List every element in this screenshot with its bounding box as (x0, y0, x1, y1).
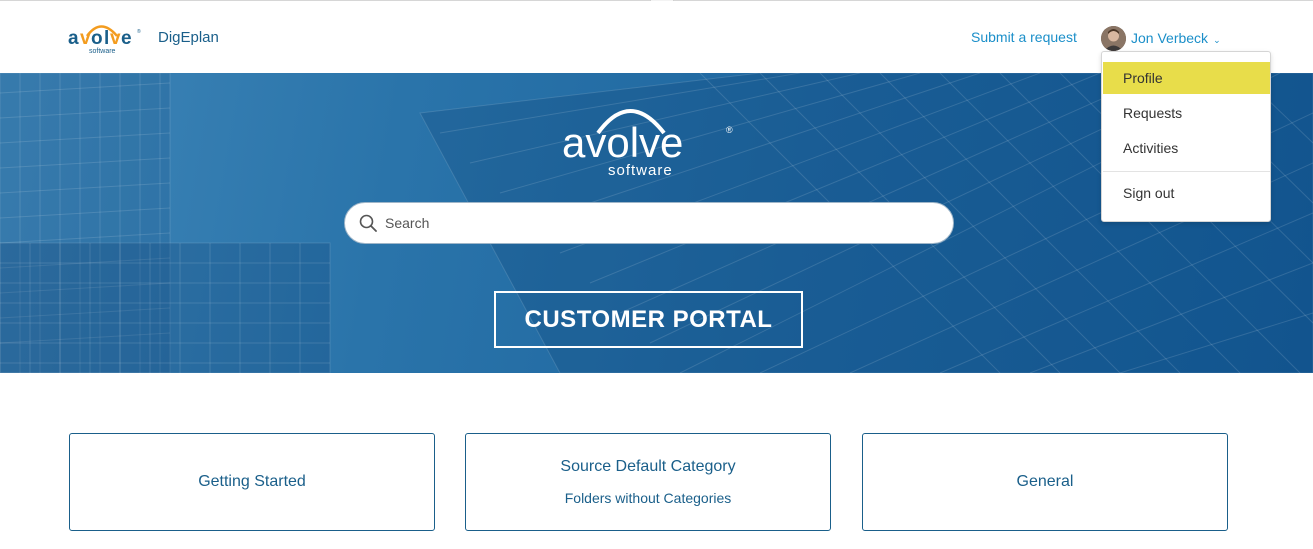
svg-text:o: o (91, 28, 103, 49)
search-input[interactable] (385, 215, 925, 231)
category-card-general[interactable]: General (862, 433, 1228, 531)
avolve-logo[interactable]: a v o l v e ® software (68, 19, 148, 57)
category-card-getting-started[interactable]: Getting Started (69, 433, 435, 531)
user-dropdown-menu: Profile Requests Activities Sign out (1101, 51, 1271, 222)
user-menu-toggle[interactable]: Jon Verbeck ⌄ (1101, 25, 1221, 51)
category-title: General (1016, 473, 1074, 490)
search-bar[interactable] (344, 202, 954, 244)
svg-text:®: ® (137, 28, 141, 35)
svg-text:software: software (89, 48, 116, 55)
menu-item-activities[interactable]: Activities (1103, 132, 1270, 164)
svg-text:v: v (80, 28, 91, 49)
avatar (1101, 25, 1126, 51)
menu-item-sign-out[interactable]: Sign out (1103, 177, 1270, 209)
svg-text:®: ® (726, 125, 733, 135)
customer-portal-banner: CUSTOMER PORTAL (494, 291, 803, 348)
user-name: Jon Verbeck (1131, 30, 1209, 46)
brand-name[interactable]: DigEplan (158, 29, 219, 46)
search-icon (359, 214, 377, 232)
menu-divider (1103, 171, 1270, 172)
svg-text:v: v (110, 28, 121, 49)
svg-text:software: software (608, 162, 673, 179)
submit-request-link[interactable]: Submit a request (971, 29, 1077, 45)
menu-item-requests[interactable]: Requests (1103, 97, 1270, 129)
svg-text:l: l (104, 28, 109, 49)
svg-text:e: e (121, 28, 132, 49)
category-card-source-default[interactable]: Source Default Category Folders without … (465, 433, 831, 531)
category-title: Getting Started (198, 473, 306, 490)
svg-text:avolve: avolve (562, 119, 683, 166)
portal-title: CUSTOMER PORTAL (524, 305, 773, 333)
chevron-down-icon: ⌄ (1213, 34, 1221, 45)
svg-text:a: a (68, 28, 79, 49)
avolve-logo-large: avolve ® software (562, 109, 733, 179)
menu-item-profile[interactable]: Profile (1103, 62, 1270, 94)
category-subtitle[interactable]: Folders without Categories (565, 490, 732, 506)
category-title: Source Default Category (560, 458, 736, 475)
